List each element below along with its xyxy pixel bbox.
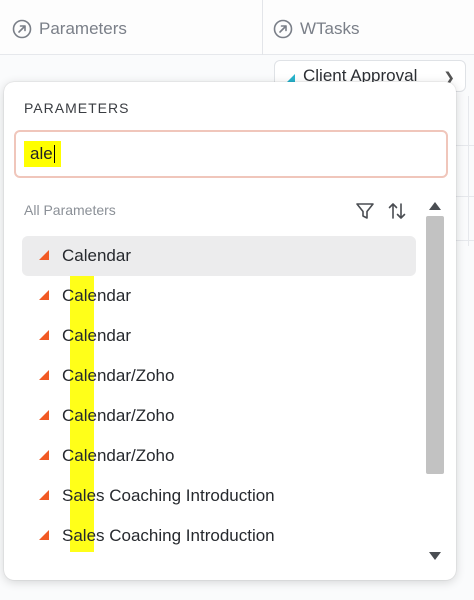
column-header-parameters[interactable]: Parameters	[12, 18, 127, 40]
scrollbar-thumb[interactable]	[426, 216, 444, 474]
list-item-label: Calendar/Zoho	[62, 446, 175, 465]
parameter-list: Calendar Calendar Calendar Calendar/Zoho…	[22, 236, 416, 574]
table-header: Parameters WTasks	[0, 0, 474, 55]
arrow-circle-icon	[273, 19, 293, 39]
list-item[interactable]: Calendar/Zoho	[22, 396, 416, 436]
arrow-circle-icon	[12, 19, 32, 39]
column-divider	[262, 0, 263, 55]
scroll-down-arrow-icon[interactable]	[429, 552, 441, 560]
search-input[interactable]: ale	[14, 130, 448, 178]
popup-title: PARAMETERS	[24, 100, 130, 116]
list-item-label: Calendar/Zoho	[62, 406, 175, 425]
list-item-label: Calendar/Zoho	[62, 366, 175, 385]
scrollbar[interactable]	[424, 194, 446, 570]
orange-triangle-icon	[39, 290, 49, 300]
filter-icon[interactable]	[354, 200, 376, 222]
list-item-label: Calendar	[62, 246, 131, 265]
column-label: WTasks	[300, 19, 360, 38]
text-caret	[53, 145, 55, 164]
list-item[interactable]: Calendar/Zoho	[22, 356, 416, 396]
orange-triangle-icon	[39, 450, 49, 460]
orange-triangle-icon	[39, 530, 49, 540]
list-item-label: Sales Coaching Introduction	[62, 526, 275, 545]
list-header: All Parameters	[24, 202, 116, 218]
parameters-popup: PARAMETERS ale All Parameters Calendar C…	[4, 82, 456, 580]
orange-triangle-icon	[39, 370, 49, 380]
list-item[interactable]: Calendar/Zoho	[22, 436, 416, 476]
orange-triangle-icon	[39, 330, 49, 340]
list-item-label: Sales Coaching Introduction	[62, 486, 275, 505]
orange-triangle-icon	[39, 410, 49, 420]
list-item[interactable]: Sales Coaching Introduction	[22, 476, 416, 516]
list-item[interactable]: Calendar	[22, 316, 416, 356]
list-item[interactable]: Calendar	[22, 236, 416, 276]
sort-icon[interactable]	[386, 200, 408, 222]
scroll-up-arrow-icon[interactable]	[429, 202, 441, 210]
list-item[interactable]: Calendar	[22, 276, 416, 316]
column-header-wtasks[interactable]: WTasks	[273, 18, 360, 40]
list-item-label: Calendar	[62, 326, 131, 345]
orange-triangle-icon	[39, 250, 49, 260]
column-divider	[468, 96, 469, 246]
orange-triangle-icon	[39, 490, 49, 500]
page: Parameters WTasks Client Approval ❯ PARA…	[0, 0, 474, 600]
column-label: Parameters	[39, 19, 127, 38]
search-value[interactable]: ale	[24, 140, 61, 168]
list-item-label: Calendar	[62, 286, 131, 305]
list-item[interactable]: Sales Coaching Introduction	[22, 516, 416, 556]
